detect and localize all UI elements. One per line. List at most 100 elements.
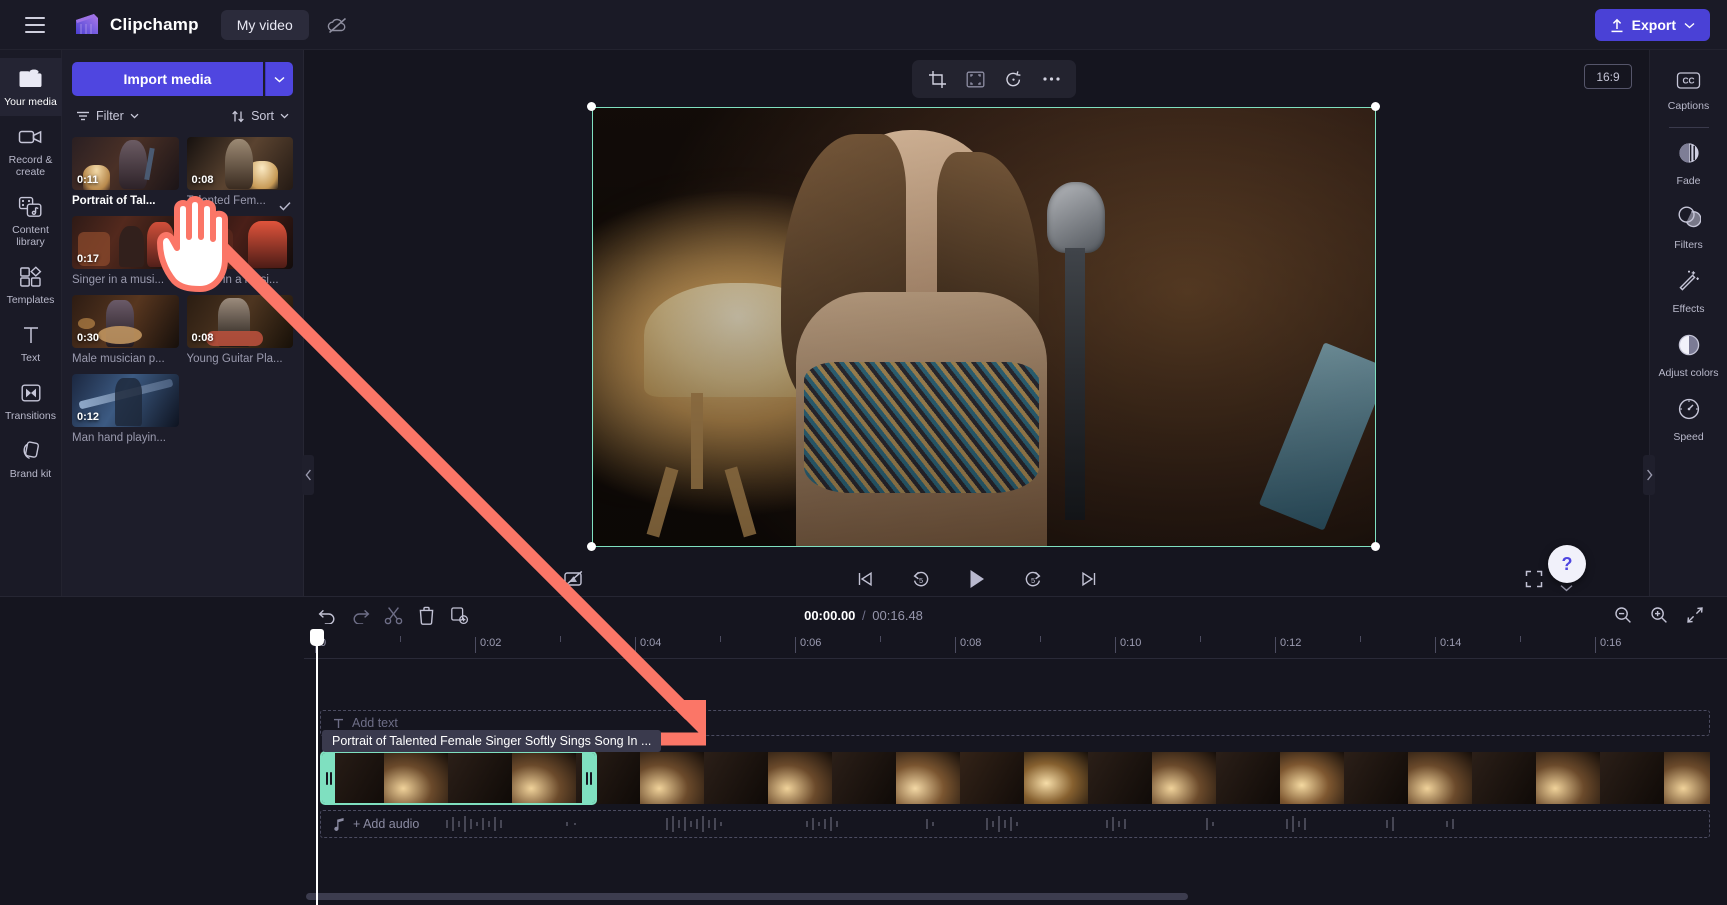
play-button[interactable]	[958, 564, 996, 594]
sidebar-item-transitions[interactable]: Transitions	[0, 372, 62, 430]
rail-divider	[1668, 127, 1709, 128]
brand-kit-icon	[18, 439, 44, 463]
media-name: Young Guitar Pla...	[186, 353, 283, 365]
sidebar-item-record-create[interactable]: Record & create	[0, 116, 62, 186]
tool-label: Fade	[1676, 175, 1701, 187]
hand-cursor-icon	[150, 185, 250, 310]
media-duration: 0:30	[77, 332, 100, 344]
media-duration: 0:12	[77, 411, 100, 423]
tool-label: Adjust colors	[1658, 367, 1719, 379]
media-duration: 0:17	[77, 253, 100, 265]
svg-text:5: 5	[918, 576, 922, 585]
video-preview[interactable]	[592, 107, 1376, 547]
filter-icon	[77, 111, 89, 121]
sidebar-item-your-media[interactable]: Your media	[0, 58, 62, 116]
chevron-down-icon	[1684, 22, 1695, 28]
resize-handle-top-right[interactable]	[1371, 102, 1380, 111]
ruler-tick-minor	[1040, 636, 1041, 642]
tool-filters[interactable]: Filters	[1650, 196, 1727, 260]
cloud-off-icon[interactable]	[323, 10, 353, 40]
filmstrip-frame	[1472, 752, 1536, 804]
fullscreen-button[interactable]	[1515, 564, 1553, 594]
aspect-ratio-button[interactable]: 16:9	[1584, 64, 1632, 89]
fit-timeline-button[interactable]	[1681, 601, 1709, 629]
sort-button[interactable]: Sort	[231, 109, 289, 123]
ruler-tick: 0:02	[474, 637, 502, 653]
playback-control-bar: 5 5	[304, 562, 1649, 596]
filmstrip-frame	[1152, 752, 1216, 804]
brand-name: Clipchamp	[110, 14, 199, 34]
collapse-left-panel-button[interactable]	[302, 455, 314, 495]
sidebar-item-brand-kit[interactable]: Brand kit	[0, 430, 62, 488]
skip-to-end-button[interactable]	[1070, 564, 1108, 594]
filter-label: Filter	[96, 109, 124, 123]
ruler-tick: 0:08	[954, 637, 982, 653]
tool-speed[interactable]: Speed	[1650, 388, 1727, 452]
media-selected-check-icon	[278, 199, 291, 212]
ruler-tick: 0:14	[1434, 637, 1462, 653]
filmstrip-frame	[1216, 752, 1280, 804]
video-track[interactable]	[320, 752, 1710, 804]
export-label: Export	[1631, 17, 1676, 33]
help-button[interactable]: ?	[1548, 545, 1586, 583]
tool-adjust-colors[interactable]: Adjust colors	[1650, 324, 1727, 388]
resize-handle-bottom-left[interactable]	[587, 542, 596, 551]
text-icon	[18, 323, 44, 347]
playhead[interactable]	[310, 629, 324, 905]
tool-effects[interactable]: Effects	[1650, 260, 1727, 324]
media-item[interactable]: 0:12 Man hand playin...	[72, 374, 179, 444]
tool-captions[interactable]: CC Captions	[1650, 62, 1727, 121]
timeline-ruler[interactable]: 0 0:02 0:04 0:06 0:08 0:10 0:12 0:14 0:1…	[304, 633, 1727, 659]
your-media-panel: Import media Filter Sort 0:11 Portrait o…	[62, 50, 304, 596]
transitions-icon	[18, 381, 44, 405]
resize-handle-bottom-right[interactable]	[1371, 542, 1380, 551]
media-name: Male musician p...	[72, 353, 165, 365]
resize-handle-top-left[interactable]	[587, 102, 596, 111]
media-thumbnail: 0:12	[72, 374, 179, 427]
ruler-tick: 0:16	[1594, 637, 1622, 653]
sidebar-item-templates[interactable]: Templates	[0, 256, 62, 314]
tool-label: Speed	[1673, 431, 1704, 443]
zoom-out-button[interactable]	[1609, 601, 1637, 629]
import-media-dropdown-button[interactable]	[265, 62, 293, 96]
tool-fade[interactable]: Fade	[1650, 132, 1727, 196]
import-media-button[interactable]: Import media	[72, 62, 263, 96]
ruler-tick-minor	[1520, 636, 1521, 642]
sidebar-item-content-library[interactable]: Content library	[0, 186, 62, 256]
collapse-right-panel-button[interactable]	[1643, 455, 1655, 495]
hamburger-icon[interactable]	[20, 10, 50, 40]
filter-button[interactable]: Filter	[76, 109, 139, 123]
ruler-tick-minor	[1360, 636, 1361, 642]
effects-wand-icon	[1677, 269, 1701, 298]
project-title-field[interactable]: My video	[220, 9, 309, 40]
filmstrip-frame	[1280, 752, 1344, 804]
filmstrip-frame	[896, 752, 960, 804]
chevron-down-icon	[1560, 585, 1572, 592]
rewind-five-seconds-button[interactable]: 5	[902, 564, 940, 594]
filmstrip-frame	[960, 752, 1024, 804]
current-time: 00:00.00	[804, 608, 856, 623]
sidebar-item-text[interactable]: Text	[0, 314, 62, 372]
playhead-handle[interactable]	[310, 629, 324, 646]
fit-to-frame-button[interactable]	[958, 64, 992, 94]
upload-icon	[1611, 18, 1623, 32]
skip-to-start-button[interactable]	[846, 564, 884, 594]
timeline-scrollbar[interactable]	[306, 893, 1706, 900]
more-options-button[interactable]	[1034, 64, 1068, 94]
crop-button[interactable]	[920, 64, 954, 94]
chevron-down-icon	[130, 113, 139, 119]
content-library-icon	[18, 195, 44, 219]
zoom-in-button[interactable]	[1645, 601, 1673, 629]
filmstrip-frame	[1600, 752, 1664, 804]
filmstrip-frame	[320, 752, 384, 804]
sort-label: Sort	[251, 109, 274, 123]
audio-track-dropzone[interactable]: + Add audio	[320, 810, 1710, 838]
sidebar-label: Content library	[12, 224, 49, 248]
timeline-scrollbar-thumb[interactable]	[306, 893, 1188, 900]
speed-gauge-icon	[1677, 397, 1701, 426]
forward-five-seconds-button[interactable]: 5	[1014, 564, 1052, 594]
sidebar-label: Text	[20, 352, 41, 364]
filmstrip-frame	[832, 752, 896, 804]
export-button[interactable]: Export	[1594, 9, 1710, 41]
rotate-button[interactable]	[996, 64, 1030, 94]
